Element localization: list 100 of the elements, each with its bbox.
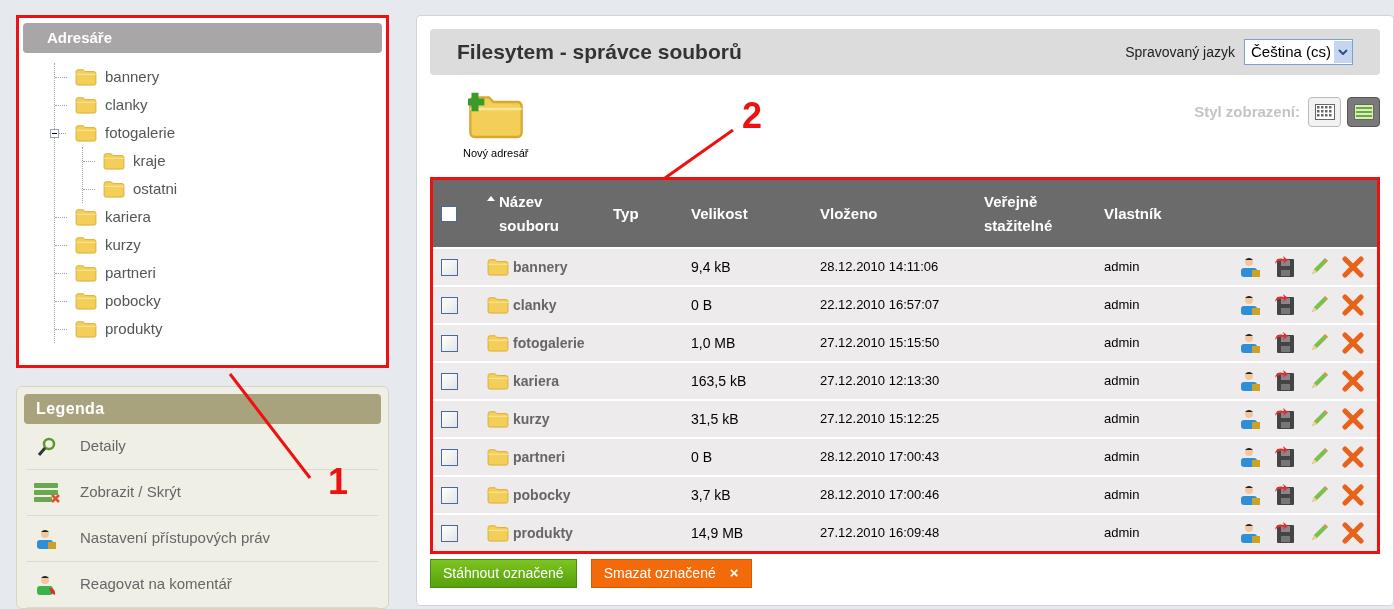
user-lock-icon[interactable] [1240, 522, 1262, 544]
date-cell: 28.12.2010 14:11:06 [820, 259, 939, 275]
column-header[interactable]: Veřejně stažitelné [984, 189, 1064, 238]
collapse-icon[interactable] [50, 128, 59, 138]
legend-label: Zobrazit / Skrýt [80, 482, 181, 503]
file-name-link[interactable]: produkty [513, 522, 573, 544]
size-cell: 3,7 kB [691, 486, 731, 503]
language-select[interactable]: Čeština (cs) [1243, 39, 1353, 65]
user-lock-icon[interactable] [1240, 408, 1262, 430]
folder-icon [75, 264, 97, 282]
file-name-link[interactable]: kurzy [513, 408, 550, 430]
date-cell: 27.12.2010 15:15:50 [820, 335, 940, 351]
file-name-link[interactable]: fotogalerie [513, 332, 585, 354]
tree-item[interactable]: bannery [105, 65, 160, 89]
user-lock-icon[interactable] [1240, 332, 1262, 354]
date-cell: 27.12.2010 12:13:30 [820, 373, 940, 389]
row-checkbox[interactable] [441, 486, 458, 504]
user-arrow-icon [36, 573, 58, 596]
grid-icon [1314, 104, 1335, 120]
delete-icon[interactable] [1342, 332, 1364, 354]
delete-icon[interactable] [1342, 446, 1364, 468]
owner-cell: admin [1104, 411, 1140, 427]
row-checkbox[interactable] [441, 258, 458, 276]
column-header[interactable]: Velikost [691, 201, 748, 226]
tree-item[interactable]: fotogalerie [105, 121, 176, 145]
column-header[interactable]: Název souboru [499, 189, 579, 238]
tree-item[interactable]: produkty [105, 317, 163, 341]
folder-icon [103, 180, 125, 198]
row-checkbox[interactable] [441, 448, 458, 466]
user-lock-icon [36, 527, 58, 550]
tree-item[interactable]: kraje [133, 149, 166, 173]
delete-icon[interactable] [1342, 294, 1364, 316]
owner-cell: admin [1104, 297, 1140, 313]
folder-icon [487, 410, 509, 428]
folder-icon [75, 96, 97, 114]
row-checkbox[interactable] [441, 372, 458, 390]
folder-icon [103, 152, 125, 170]
folder-icon [487, 448, 509, 466]
tree-item[interactable]: kurzy [105, 233, 141, 257]
folder-icon [75, 208, 97, 226]
date-cell: 28.12.2010 17:00:43 [820, 449, 940, 465]
date-cell: 27.12.2010 15:12:25 [820, 411, 940, 427]
size-cell: 14,9 MB [691, 524, 744, 541]
user-lock-icon[interactable] [1240, 256, 1262, 278]
user-lock-icon[interactable] [1240, 484, 1262, 506]
owner-cell: admin [1104, 487, 1140, 503]
column-header[interactable]: Typ [613, 201, 639, 226]
file-name-link[interactable]: bannery [513, 256, 568, 278]
size-cell: 31,5 kB [691, 410, 739, 427]
folder-icon [487, 372, 509, 390]
tree-item[interactable]: pobocky [105, 289, 161, 313]
list-icon [1353, 104, 1374, 120]
delete-icon[interactable] [1342, 522, 1364, 544]
legend-label: Reagovat na komentář [80, 574, 232, 595]
owner-cell: admin [1104, 373, 1140, 389]
size-cell: 9,4 kB [691, 258, 731, 275]
dropdown-icon [1334, 41, 1352, 63]
size-cell: 1,0 MB [691, 334, 736, 351]
folder-icon [75, 292, 97, 310]
tree-item[interactable]: ostatni [133, 177, 178, 201]
column-header[interactable]: Vlastník [1104, 201, 1162, 226]
column-header[interactable]: Vloženo [820, 201, 878, 226]
user-lock-icon[interactable] [1240, 370, 1262, 392]
delete-icon[interactable] [1342, 256, 1364, 278]
delete-icon[interactable] [1342, 370, 1364, 392]
grid-view-button[interactable] [1308, 97, 1341, 127]
size-cell: 0 B [691, 296, 712, 313]
panel-title: Adresáře [23, 23, 382, 53]
new-folder-button[interactable]: Nový adresář [463, 91, 529, 162]
user-lock-icon[interactable] [1240, 294, 1262, 316]
row-checkbox[interactable] [441, 524, 458, 542]
page-title: Filesytem - správce souborů [457, 39, 742, 66]
row-checkbox[interactable] [441, 334, 458, 352]
size-cell: 0 B [691, 448, 712, 465]
file-name-link[interactable]: pobocky [513, 484, 571, 506]
file-name-link[interactable]: clanky [513, 294, 557, 316]
tree-item[interactable]: partneri [105, 261, 156, 285]
row-checkbox[interactable] [441, 410, 458, 428]
folder-icon [487, 296, 509, 314]
tree-item[interactable]: kariera [105, 205, 151, 229]
date-cell: 28.12.2010 17:00:46 [820, 487, 940, 503]
file-name-link[interactable]: partneri [513, 446, 566, 468]
user-lock-icon[interactable] [1240, 446, 1262, 468]
list-view-button[interactable] [1347, 97, 1380, 127]
folder-icon [75, 236, 97, 254]
tree-item[interactable]: clanky [105, 93, 148, 117]
delete-selected-button[interactable]: Smazat označené × [590, 559, 752, 588]
select-all-checkbox[interactable] [441, 205, 457, 222]
delete-icon[interactable] [1342, 484, 1364, 506]
owner-cell: admin [1104, 525, 1140, 541]
size-cell: 163,5 kB [691, 372, 747, 389]
file-name-link[interactable]: kariera [513, 370, 559, 392]
owner-cell: admin [1104, 449, 1140, 465]
owner-cell: admin [1104, 259, 1140, 275]
delete-icon[interactable] [1342, 408, 1364, 430]
folder-icon [487, 524, 509, 542]
folder-icon [487, 334, 509, 352]
row-checkbox[interactable] [441, 296, 458, 314]
date-cell: 22.12.2010 16:57:07 [820, 297, 940, 313]
language-label: Spravovaný jazyk [1125, 42, 1235, 62]
